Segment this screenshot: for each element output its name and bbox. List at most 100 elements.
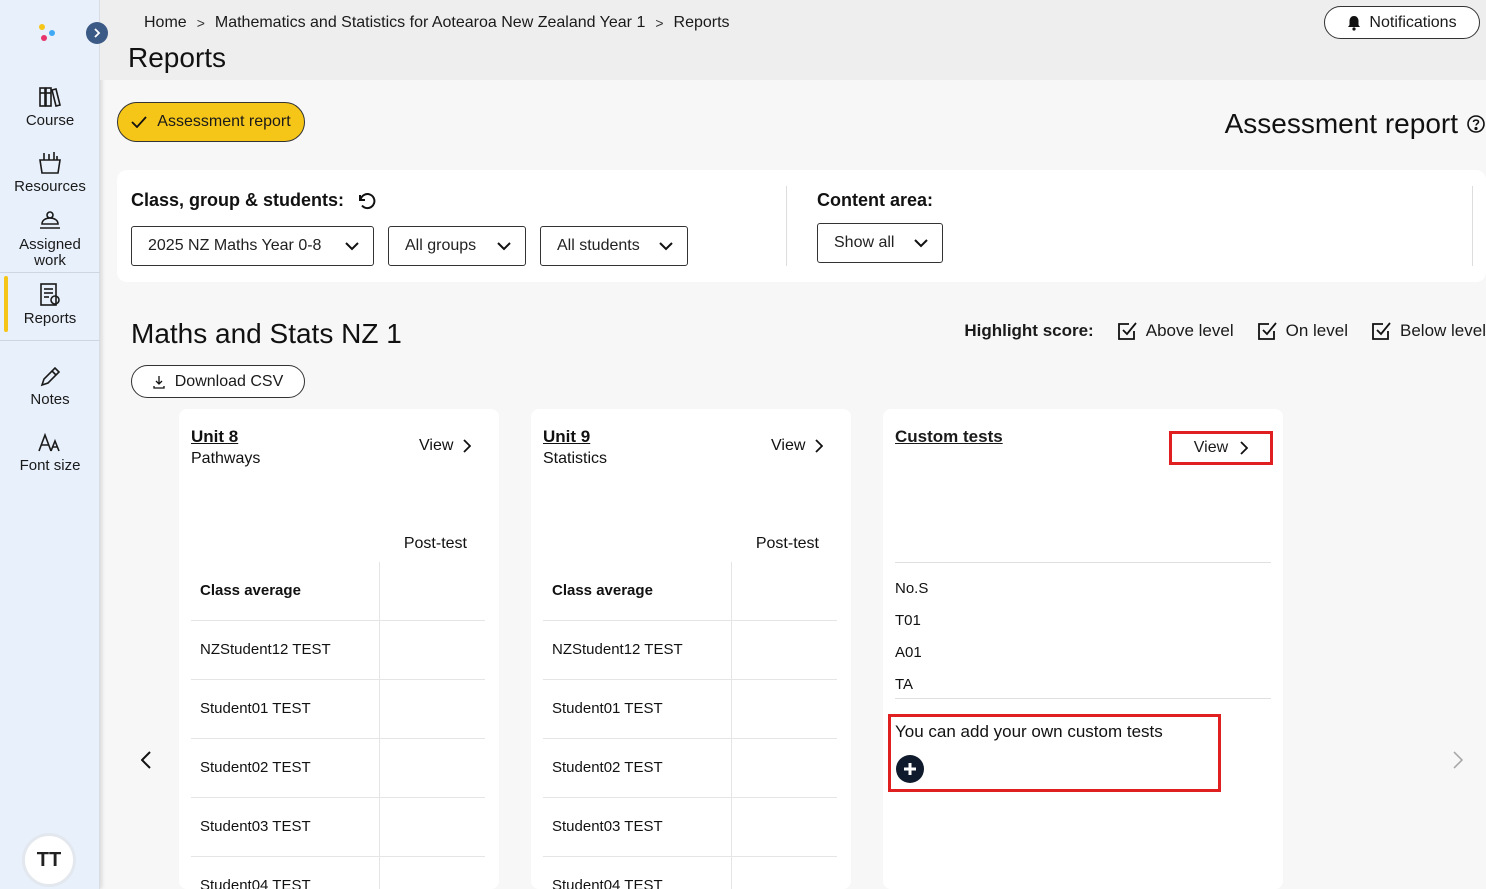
sidebar-item-label: Resources [14,178,86,195]
content-area-select[interactable]: Show all [817,223,943,263]
sidebar-item-label: Assigned work [19,236,81,269]
table-row: Student01 TEST [543,680,837,739]
chevron-right-icon [815,439,824,453]
unit-view-button[interactable]: View [419,437,472,455]
unit-card-8: Unit 8 Pathways View Post-test Class ave… [179,409,499,889]
view-label: View [419,437,454,454]
highlight-score-row: Highlight score: Above level On level Be… [964,320,1486,342]
help-icon[interactable] [1466,114,1486,134]
checkbox-checked-icon[interactable] [1256,320,1278,342]
sidebar-item-resources[interactable]: Resources [0,150,100,195]
notifications-button[interactable]: Notifications [1324,6,1480,39]
checkbox-checked-icon[interactable] [1116,320,1138,342]
class-group-label: Class, group & students: [131,190,376,211]
add-custom-test-button[interactable] [896,755,924,783]
chevron-down-icon [659,241,673,250]
class-select[interactable]: 2025 NZ Maths Year 0-8 [131,226,374,266]
highlight-on-level[interactable]: On level [1256,320,1348,342]
chevron-down-icon [497,241,511,250]
unit-title-link[interactable]: Unit 8 [191,427,238,447]
sidebar-item-label: Notes [30,391,70,408]
download-csv-button[interactable]: Download CSV [131,365,305,398]
unit-card-9: Unit 9 Statistics View Post-test Class a… [531,409,851,889]
chevron-right-icon: > [196,15,205,31]
assessment-report-label: Assessment report [157,113,291,130]
row-name: Student01 TEST [552,700,663,717]
row-name: Student03 TEST [200,818,311,835]
sidebar-item-course[interactable]: Course [0,84,100,129]
breadcrumb-current: Reports [673,14,730,31]
resources-icon [39,152,61,174]
abbreviation-item: T01 [895,612,921,629]
view-label: View [771,437,806,454]
sidebar-item-font-size[interactable]: Font size [0,431,100,474]
add-custom-test-area: You can add your own custom tests [888,714,1221,792]
chevron-down-icon [345,241,359,250]
unit-view-button[interactable]: View [771,437,824,455]
carousel-prev-button[interactable] [134,748,158,772]
page-title: Reports [128,42,227,73]
highlight-option-label: On level [1285,321,1348,340]
unit-subtitle: Statistics [543,450,608,467]
font-size-icon [38,432,60,452]
highlight-score-label: Highlight score: [964,321,1094,340]
app-logo[interactable] [37,22,59,44]
divider [895,562,1271,563]
chevron-left-icon [141,751,151,769]
highlight-below-level[interactable]: Below level [1370,320,1486,342]
chevron-right-icon [463,439,472,453]
row-name: Student04 TEST [200,877,311,889]
content-area-label: Content area: [817,190,934,210]
abbreviation-item: TA [895,676,914,693]
chevron-down-icon [914,238,928,247]
avatar[interactable]: TT [22,833,76,887]
custom-tests-view-button[interactable]: View [1169,431,1273,465]
content-area-value: Show all [834,234,895,251]
table-row: Class average [543,562,837,621]
highlight-above-level[interactable]: Above level [1116,320,1234,342]
row-name: NZStudent12 TEST [200,641,331,658]
unit-title-link[interactable]: Unit 9 [543,427,590,447]
carousel-next-button[interactable] [1446,748,1470,772]
table-row: Student02 TEST [543,739,837,798]
checkbox-checked-icon[interactable] [1370,320,1392,342]
expand-sidebar-button[interactable] [86,22,108,44]
chevron-right-icon [1453,751,1463,769]
row-name: Student01 TEST [200,700,311,717]
plus-icon [904,763,916,775]
breadcrumb-home[interactable]: Home [144,14,187,32]
sidebar-item-label: Font size [19,457,81,474]
highlight-option-label: Below level [1400,321,1486,340]
report-heading-text: Assessment report [1224,108,1458,139]
post-test-column-header: Post-test [403,535,467,552]
chevron-right-icon [1240,441,1249,455]
books-icon [39,87,61,107]
assessment-report-tab[interactable]: Assessment report [117,102,305,142]
filter-card: Class, group & students: 2025 NZ Maths Y… [117,170,1486,282]
sidebar-item-notes[interactable]: Notes [0,365,100,408]
row-name: Student02 TEST [200,759,311,776]
divider [895,698,1271,699]
sidebar-item-reports[interactable]: Reports [0,276,100,332]
sidebar-item-label: Course [25,112,75,129]
breadcrumb: Home > Mathematics and Statistics for Ao… [144,14,730,32]
abbreviation-item: A01 [895,644,922,661]
highlight-option-label: Above level [1145,321,1234,340]
table-row: Student04 TEST [543,857,837,889]
chevron-right-icon: > [655,15,664,31]
students-select[interactable]: All students [540,226,688,266]
custom-tests-title-link[interactable]: Custom tests [895,427,1003,447]
row-name: NZStudent12 TEST [552,641,683,658]
class-select-value: 2025 NZ Maths Year 0-8 [148,237,322,254]
refresh-icon[interactable] [356,191,376,211]
download-csv-label: Download CSV [174,372,284,390]
breadcrumb-course[interactable]: Mathematics and Statistics for Aotearoa … [215,14,645,32]
group-select[interactable]: All groups [388,226,526,266]
row-name: Student03 TEST [552,818,663,835]
chevron-right-icon [94,28,101,38]
sidebar-item-assigned-work[interactable]: Assigned work [0,208,100,269]
custom-tests-card: Custom tests View No.S T01 A01 TA You ca… [883,409,1283,889]
sidebar: Course Resources Assigned work Reports N… [0,0,100,889]
report-heading: Assessment report [1225,108,1486,140]
check-icon [131,116,147,128]
